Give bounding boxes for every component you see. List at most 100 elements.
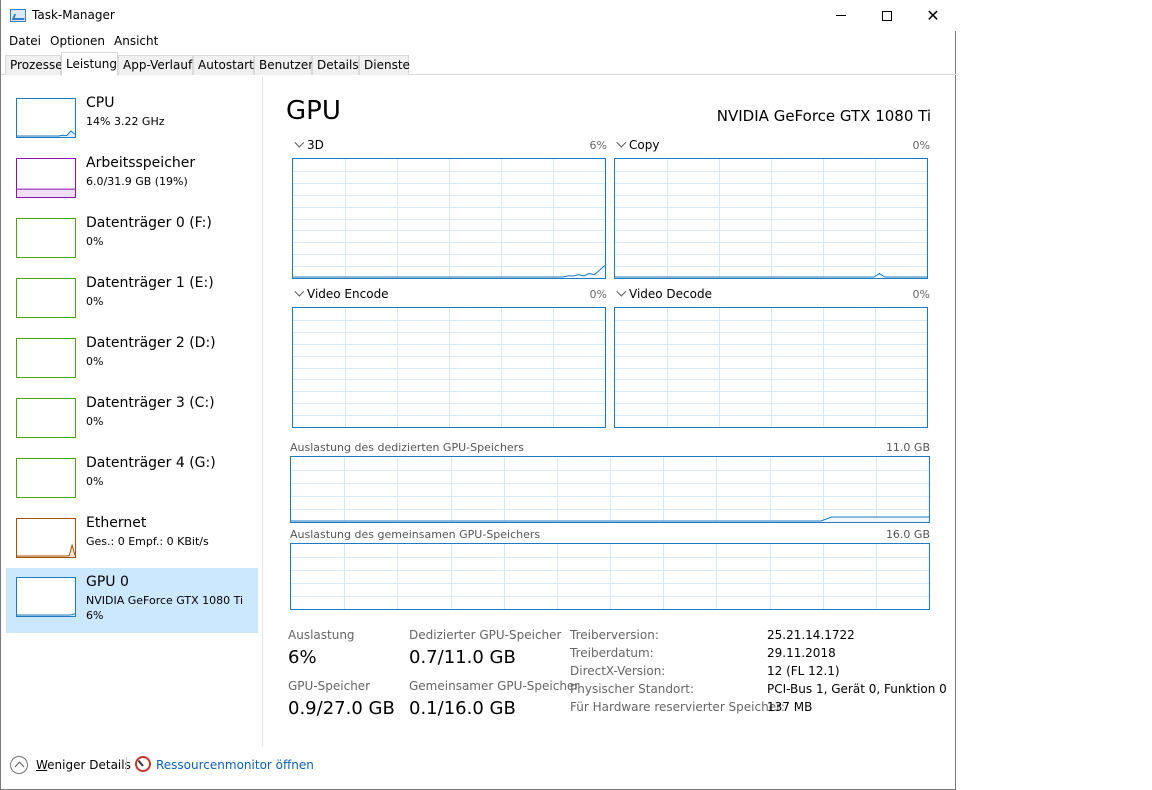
shared-memory-graph xyxy=(290,543,930,610)
chevron-down-icon xyxy=(616,137,627,148)
usage-value: 6% xyxy=(288,647,317,668)
shared-memory-stat-label: Gemeinsamer GPU-Speicher xyxy=(409,679,580,693)
sidebar-item-gpu-0[interactable]: GPU 0 NVIDIA GeForce GTX 1080 Ti 6% xyxy=(6,568,258,633)
dedicated-memory-graph xyxy=(290,456,930,523)
tab-leistung[interactable]: Leistung xyxy=(61,52,118,76)
shared-memory-label: Auslastung des gemeinsamen GPU-Speichers xyxy=(290,528,541,541)
sidebar-item-subtitle: 0% xyxy=(86,415,104,428)
tab-autostart[interactable]: Autostart xyxy=(193,55,254,75)
directx-version-label: DirectX-Version: xyxy=(570,664,666,678)
engine-selector-copy[interactable]: Copy xyxy=(613,137,660,152)
title-bar[interactable]: Task-Manager ✕ xyxy=(1,0,956,31)
disk-thumbnail-graph xyxy=(16,218,76,258)
menu-bar: Datei Optionen Ansicht xyxy=(1,31,956,51)
engine-graph-video-encode xyxy=(292,307,606,428)
graph-canvas xyxy=(17,399,75,437)
graph-canvas xyxy=(17,219,75,257)
sidebar-item-cpu[interactable]: CPU 14% 3.22 GHz xyxy=(6,89,258,154)
engine-graph-3d xyxy=(292,158,606,279)
sidebar-item-subtitle: NVIDIA GeForce GTX 1080 Ti xyxy=(86,594,244,607)
driver-date-label: Treiberdatum: xyxy=(570,646,654,660)
footer-divider xyxy=(126,757,127,773)
engine-usage: 0% xyxy=(912,288,930,301)
gpu-detail-panel: GPU NVIDIA GeForce GTX 1080 Ti 3D 6% Cop… xyxy=(263,76,956,746)
cpu-thumbnail-graph xyxy=(16,98,76,138)
tab-app-verlauf[interactable]: App-Verlauf xyxy=(118,55,193,75)
graph-canvas xyxy=(291,457,929,522)
tab-dienste[interactable]: Dienste xyxy=(359,55,410,75)
tab-bar: Prozesse Leistung App-Verlauf Autostart … xyxy=(1,51,956,76)
sidebar-item-subtitle: 0% xyxy=(86,475,104,488)
sidebar-item-disk-2[interactable]: Datenträger 2 (D:) 0% xyxy=(6,329,258,394)
close-icon: ✕ xyxy=(926,5,940,25)
memory-thumbnail-graph xyxy=(16,158,76,198)
engine-selector-video-encode[interactable]: Video Encode xyxy=(291,286,389,301)
series-area xyxy=(17,189,75,197)
menu-ansicht[interactable]: Ansicht xyxy=(114,34,158,48)
graph-canvas xyxy=(17,279,75,317)
page-title: GPU xyxy=(286,96,341,126)
disk-thumbnail-graph xyxy=(16,278,76,318)
sidebar-item-title: Ethernet xyxy=(86,515,147,531)
gpu-memory-stat-value: 0.9/27.0 GB xyxy=(288,698,395,719)
graph-canvas xyxy=(293,159,605,278)
resource-sidebar: CPU 14% 3.22 GHz Arbeitsspeicher 6.0/31.… xyxy=(1,76,263,746)
sidebar-item-title: Arbeitsspeicher xyxy=(86,155,196,171)
dedicated-memory-max: 11.0 GB xyxy=(885,441,930,454)
gpu-thumbnail-graph xyxy=(16,577,76,617)
reserved-memory-value: 137 MB xyxy=(767,700,813,714)
sidebar-item-subtitle: 0% xyxy=(86,235,104,248)
sidebar-item-ethernet[interactable]: Ethernet Ges.: 0 Empf.: 0 KBit/s xyxy=(6,509,258,574)
series-area xyxy=(17,545,75,557)
series-line xyxy=(17,130,75,137)
engine-name: 3D xyxy=(307,138,324,152)
engine-graph-video-decode xyxy=(614,307,928,428)
graph-canvas xyxy=(293,308,605,427)
sidebar-item-disk-4[interactable]: Datenträger 4 (G:) 0% xyxy=(6,449,258,514)
tab-prozesse[interactable]: Prozesse xyxy=(5,55,63,75)
graph-canvas xyxy=(17,339,75,377)
chevron-down-icon xyxy=(294,137,305,148)
sidebar-item-subtitle: Ges.: 0 Empf.: 0 KBit/s xyxy=(86,535,209,548)
graph-canvas xyxy=(17,188,75,197)
shared-memory-stat-value: 0.1/16.0 GB xyxy=(409,698,516,719)
graph-canvas xyxy=(615,159,927,278)
engine-name: Copy xyxy=(629,138,660,152)
tab-details[interactable]: Details xyxy=(312,55,359,75)
series-line xyxy=(17,543,75,557)
resource-monitor-icon[interactable] xyxy=(135,756,151,772)
menu-datei[interactable]: Datei xyxy=(9,34,41,48)
close-button[interactable]: ✕ xyxy=(910,0,956,31)
disk-thumbnail-graph xyxy=(16,398,76,438)
dedicated-memory-stat-value: 0.7/11.0 GB xyxy=(409,647,516,668)
maximize-button[interactable] xyxy=(864,0,910,31)
task-manager-icon xyxy=(10,9,26,22)
dedicated-memory-stat-label: Dedizierter GPU-Speicher xyxy=(409,628,562,642)
dedicated-memory-label: Auslastung des dedizierten GPU-Speichers xyxy=(290,441,524,454)
sidebar-item-disk-3[interactable]: Datenträger 3 (C:) 0% xyxy=(6,389,258,454)
sidebar-item-subtitle: 6.0/31.9 GB (19%) xyxy=(86,175,188,188)
engine-selector-video-decode[interactable]: Video Decode xyxy=(613,286,712,301)
sidebar-item-usage: 6% xyxy=(86,609,104,622)
graph-canvas xyxy=(615,308,927,427)
sidebar-item-disk-0[interactable]: Datenträger 0 (F:) 0% xyxy=(6,209,258,274)
sidebar-item-arbeitsspeicher[interactable]: Arbeitsspeicher 6.0/31.9 GB (19%) xyxy=(6,149,258,214)
disk-thumbnail-graph xyxy=(16,338,76,378)
usage-label: Auslastung xyxy=(288,628,355,642)
open-resource-monitor-link[interactable]: Ressourcenmonitor öffnen xyxy=(156,758,314,772)
fewer-details-button[interactable]: Weniger Details xyxy=(36,758,131,772)
sidebar-item-disk-1[interactable]: Datenträger 1 (E:) 0% xyxy=(6,269,258,334)
engine-usage: 0% xyxy=(589,288,607,301)
menu-optionen[interactable]: Optionen xyxy=(50,34,105,48)
minimize-button[interactable] xyxy=(818,0,864,31)
maximize-icon xyxy=(882,10,892,21)
sidebar-item-title: CPU xyxy=(86,95,115,111)
tab-benutzer[interactable]: Benutzer xyxy=(254,55,313,75)
chevron-up-icon[interactable] xyxy=(10,756,28,774)
chevron-down-icon xyxy=(616,286,627,297)
engine-selector-3d[interactable]: 3D xyxy=(291,137,324,152)
physical-location-label: Physischer Standort: xyxy=(570,682,695,696)
engine-name: Video Encode xyxy=(307,287,389,301)
sidebar-item-title: Datenträger 0 (F:) xyxy=(86,215,212,231)
disk-thumbnail-graph xyxy=(16,458,76,498)
